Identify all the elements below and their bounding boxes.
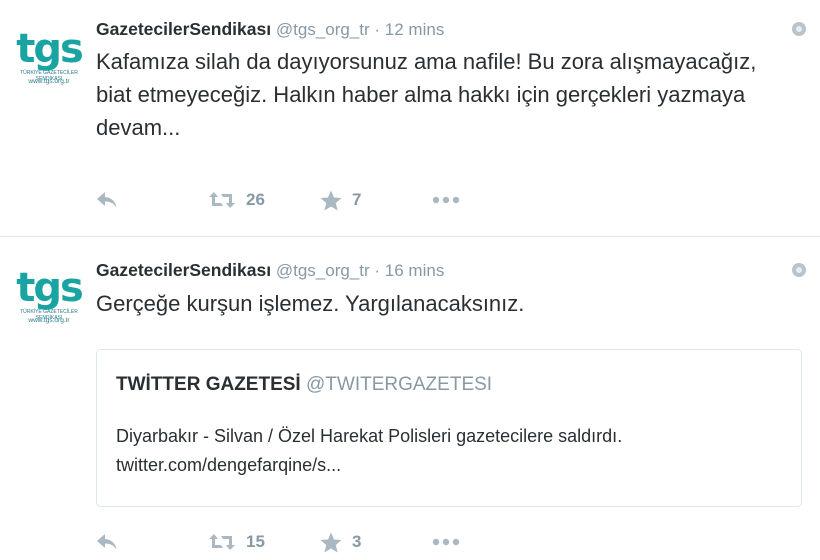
favorite-count: 3 bbox=[352, 532, 362, 551]
avatar-logo: tgs bbox=[16, 265, 84, 311]
favorite-button[interactable]: 7 bbox=[320, 185, 361, 215]
avatar-url: www.tgs.org.tr bbox=[28, 317, 70, 324]
favorite-button[interactable]: 3 bbox=[320, 527, 361, 557]
author-name[interactable]: GazetecilerSendikası bbox=[96, 19, 271, 39]
tweet-text: Gerçeğe kurşun işlemez. Yargılanacaksını… bbox=[96, 291, 525, 316]
avatar[interactable]: tgs TÜRKİYE GAZETECİLER SENDİKASI www.tg… bbox=[16, 265, 84, 331]
reply-icon bbox=[97, 534, 117, 550]
retweet-icon bbox=[209, 192, 235, 208]
separator: · bbox=[374, 261, 381, 280]
favorite-count: 7 bbox=[352, 190, 362, 209]
reply-button[interactable] bbox=[96, 527, 118, 557]
geo-icon[interactable] bbox=[792, 22, 806, 36]
retweet-button[interactable]: 26 bbox=[208, 185, 265, 215]
retweet-icon bbox=[209, 534, 235, 550]
tweet[interactable]: tgs TÜRKİYE GAZETECİLER SENDİKASI www.tg… bbox=[0, 237, 820, 560]
avatar-url: www.tgs.org.tr bbox=[28, 78, 70, 85]
timestamp[interactable]: 16 mins bbox=[385, 261, 445, 280]
author-handle[interactable]: @tgs_org_tr bbox=[276, 20, 370, 39]
tweet-text: Kafamıza silah da dayıyorsunuz ama nafil… bbox=[96, 49, 757, 140]
reply-icon bbox=[97, 192, 117, 208]
timestamp[interactable]: 12 mins bbox=[385, 20, 445, 39]
tweet-actions: 26 7 bbox=[96, 185, 516, 215]
reply-button[interactable] bbox=[96, 185, 118, 215]
avatar-logo: tgs bbox=[16, 26, 84, 72]
author-handle[interactable]: @tgs_org_tr bbox=[276, 261, 370, 280]
more-icon bbox=[432, 538, 460, 546]
tweet[interactable]: tgs TÜRKİYE GAZETECİLER SENDİKASI www.tg… bbox=[0, 0, 820, 237]
quoted-author-handle[interactable]: @TWITERGAZETESI bbox=[306, 374, 492, 395]
retweet-button[interactable]: 15 bbox=[208, 527, 265, 557]
separator: · bbox=[374, 20, 381, 39]
retweet-count: 15 bbox=[246, 532, 265, 551]
star-icon bbox=[320, 190, 342, 210]
quoted-tweet-header: TWİTTER GAZETESİ @TWITERGAZETESI bbox=[116, 374, 492, 396]
quoted-author-name[interactable]: TWİTTER GAZETESİ bbox=[116, 374, 301, 395]
avatar[interactable]: tgs TÜRKİYE GAZETECİLER SENDİKASI www.tg… bbox=[16, 26, 84, 92]
tweet-header: GazetecilerSendikası @tgs_org_tr · 12 mi… bbox=[96, 18, 444, 41]
more-icon bbox=[432, 196, 460, 204]
retweet-count: 26 bbox=[246, 190, 265, 209]
geo-icon[interactable] bbox=[792, 263, 806, 277]
more-button[interactable] bbox=[432, 185, 460, 215]
more-button[interactable] bbox=[432, 527, 460, 557]
star-icon bbox=[320, 532, 342, 552]
author-name[interactable]: GazetecilerSendikası bbox=[96, 260, 271, 280]
tweet-header: GazetecilerSendikası @tgs_org_tr · 16 mi… bbox=[96, 259, 444, 282]
quoted-tweet-card[interactable]: TWİTTER GAZETESİ @TWITERGAZETESI Diyarba… bbox=[96, 349, 802, 507]
quoted-tweet-text: Diyarbakır - Silvan / Özel Harekat Polis… bbox=[116, 426, 623, 475]
tweet-actions: 15 3 bbox=[96, 527, 516, 557]
